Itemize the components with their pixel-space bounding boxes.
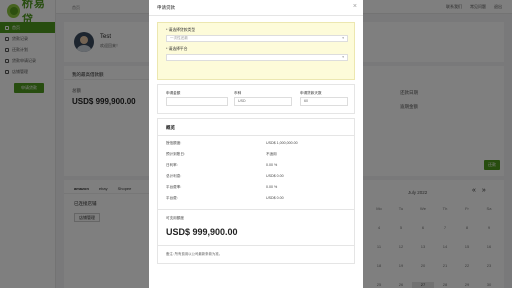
summary-row-expected-date: 预计到账日: 不适用: [166, 152, 348, 157]
modal-header: 申请贷款 ×: [149, 0, 363, 16]
summary-row-value: USD$ 0.00: [266, 174, 284, 178]
amount-input[interactable]: [166, 97, 228, 106]
summary-row-value: 不适用: [266, 152, 277, 156]
summary-row-daily-rate: 日利率: 0.00 %: [166, 163, 348, 168]
platform-select[interactable]: ▾: [166, 54, 348, 61]
loan-options-box: * 请选择贷款类型 一次性还款 ▾ * 请选择平台 ▾: [157, 22, 355, 80]
loan-type-label: * 请选择贷款类型: [166, 28, 196, 32]
loan-type-value: 一次性还款: [170, 36, 188, 40]
term-value: 60: [304, 99, 308, 103]
summary-row-value: USD$ 0.00: [266, 196, 284, 200]
loan-type-select[interactable]: 一次性还款 ▾: [166, 35, 348, 42]
divider: [158, 209, 354, 210]
available-credit-label: 可支用额度: [166, 216, 184, 220]
summary-row-value: 0.00 %: [266, 185, 278, 189]
summary-row-value: 0.00 %: [266, 163, 278, 167]
chevron-down-icon: ▾: [342, 55, 344, 59]
summary-row-label: 平台费率:: [166, 185, 182, 189]
summary-box: 概览 授信额度: USD$ 1,000,000.00 预计到账日: 不适用 日利…: [157, 118, 355, 264]
currency-value: USD: [238, 99, 246, 103]
amount-box: 申请金额 币种 USD 申请贷款天数 60: [157, 84, 355, 114]
divider: [158, 245, 354, 246]
summary-row-label: 授信额度:: [166, 141, 182, 145]
term-label: 申请贷款天数: [300, 91, 322, 95]
summary-row-platform-fee: 平台费: USD$ 0.00: [166, 196, 348, 201]
close-icon[interactable]: ×: [353, 3, 357, 11]
summary-title: 概览: [166, 125, 175, 130]
summary-row-platform-rate: 平台费率: 0.00 %: [166, 185, 348, 190]
chevron-down-icon: ▾: [342, 36, 344, 40]
platform-label: * 请选择平台: [166, 47, 188, 51]
summary-row-credit-limit: 授信额度: USD$ 1,000,000.00: [166, 141, 348, 146]
summary-row-label: 日利率:: [166, 163, 178, 167]
apply-loan-modal: 申请贷款 × * 请选择贷款类型 一次性还款 ▾ * 请选择平台 ▾ 申请金额 …: [149, 0, 363, 288]
summary-row-label: 总计利息:: [166, 174, 182, 178]
summary-row-value: USD$ 1,000,000.00: [266, 141, 298, 145]
summary-row-total-interest: 总计利息: USD$ 0.00: [166, 174, 348, 179]
modal-title: 申请贷款: [157, 5, 175, 10]
amount-label: 申请金额: [166, 91, 181, 95]
summary-row-label: 平台费:: [166, 196, 178, 200]
divider: [158, 135, 354, 136]
term-select[interactable]: 60: [300, 97, 348, 106]
currency-label: 币种: [234, 91, 242, 95]
currency-select[interactable]: USD: [234, 97, 292, 106]
summary-row-label: 预计到账日:: [166, 152, 185, 156]
fee-note: 备注: 所有费用以公司最新条款为准。: [166, 252, 223, 256]
modal-body: * 请选择贷款类型 一次性还款 ▾ * 请选择平台 ▾ 申请金额 币种 USD …: [149, 16, 363, 264]
available-credit-amount: USD$ 999,900.00: [166, 227, 238, 237]
